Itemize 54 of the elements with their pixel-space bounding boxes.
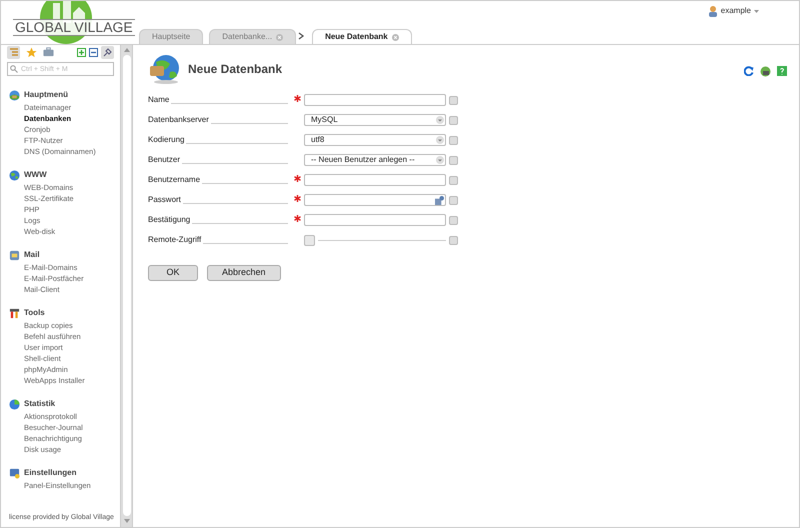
- checkbox[interactable]: [304, 234, 315, 246]
- text-field[interactable]: [304, 174, 446, 186]
- chevron-right-icon: [297, 32, 306, 40]
- caret-icon[interactable]: [754, 10, 759, 12]
- select-field[interactable]: utf8: [304, 134, 446, 146]
- field-label: Benutzer: [148, 156, 180, 164]
- database-globe-icon: [148, 54, 182, 84]
- mail-icon: [9, 250, 20, 260]
- refresh-icon[interactable]: [744, 66, 754, 76]
- field-label: Passwort: [148, 196, 181, 204]
- text-field[interactable]: [304, 94, 446, 106]
- form-button[interactable]: Abbrechen: [207, 265, 281, 281]
- section-title[interactable]: Statistik: [24, 398, 56, 410]
- scroll-down-icon[interactable]: [124, 519, 130, 523]
- section-title[interactable]: Mail: [24, 249, 40, 261]
- globe-icon: [9, 170, 20, 180]
- tab[interactable]: Hauptseite: [139, 29, 204, 44]
- briefcase-icon[interactable]: [43, 47, 54, 57]
- section-title[interactable]: WWW: [24, 169, 47, 181]
- field-label: Bestätigung: [148, 216, 190, 224]
- close-icon[interactable]: [392, 34, 399, 40]
- globe-icon[interactable]: [760, 66, 771, 76]
- pin-icon[interactable]: [101, 46, 114, 58]
- tab[interactable]: Neue Datenbank: [312, 29, 412, 44]
- collapse-all-icon[interactable]: [89, 48, 98, 56]
- password-field[interactable]: [304, 194, 446, 206]
- tools-icon: [9, 308, 20, 318]
- section-title[interactable]: Tools: [24, 307, 45, 319]
- select-field[interactable]: MySQL: [304, 114, 446, 126]
- select-field[interactable]: -- Neuen Benutzer anlegen --: [304, 154, 446, 166]
- page-title: Neue Datenbank: [188, 61, 282, 78]
- section-title[interactable]: Hauptmenü: [24, 89, 68, 101]
- form-button[interactable]: OK: [148, 265, 198, 281]
- field-label: Benutzername: [148, 176, 200, 184]
- tab[interactable]: Datenbanke...: [209, 29, 296, 44]
- section-title[interactable]: Einstellungen: [24, 467, 76, 479]
- text-field[interactable]: [304, 214, 446, 226]
- dropdown-caret-icon[interactable]: [436, 116, 444, 124]
- globe-icon: [9, 90, 20, 100]
- close-icon[interactable]: [276, 34, 284, 40]
- user-icon: [708, 6, 718, 16]
- dropdown-caret-icon[interactable]: [436, 156, 444, 164]
- scroll-up-icon[interactable]: [124, 48, 130, 52]
- search-icon: [10, 65, 18, 73]
- expand-all-icon[interactable]: [77, 48, 86, 56]
- field-label: Name: [148, 96, 170, 104]
- star-icon[interactable]: [26, 46, 37, 58]
- dropdown-caret-icon[interactable]: [436, 136, 444, 144]
- field-label: Remote-Zugriff: [148, 236, 202, 244]
- field-label: Kodierung: [148, 136, 184, 144]
- sidebar-scrollbar[interactable]: [121, 44, 132, 527]
- tree-view-icon[interactable]: [7, 46, 20, 58]
- field-label: Datenbankserver: [148, 116, 209, 124]
- user-name[interactable]: example: [720, 5, 751, 17]
